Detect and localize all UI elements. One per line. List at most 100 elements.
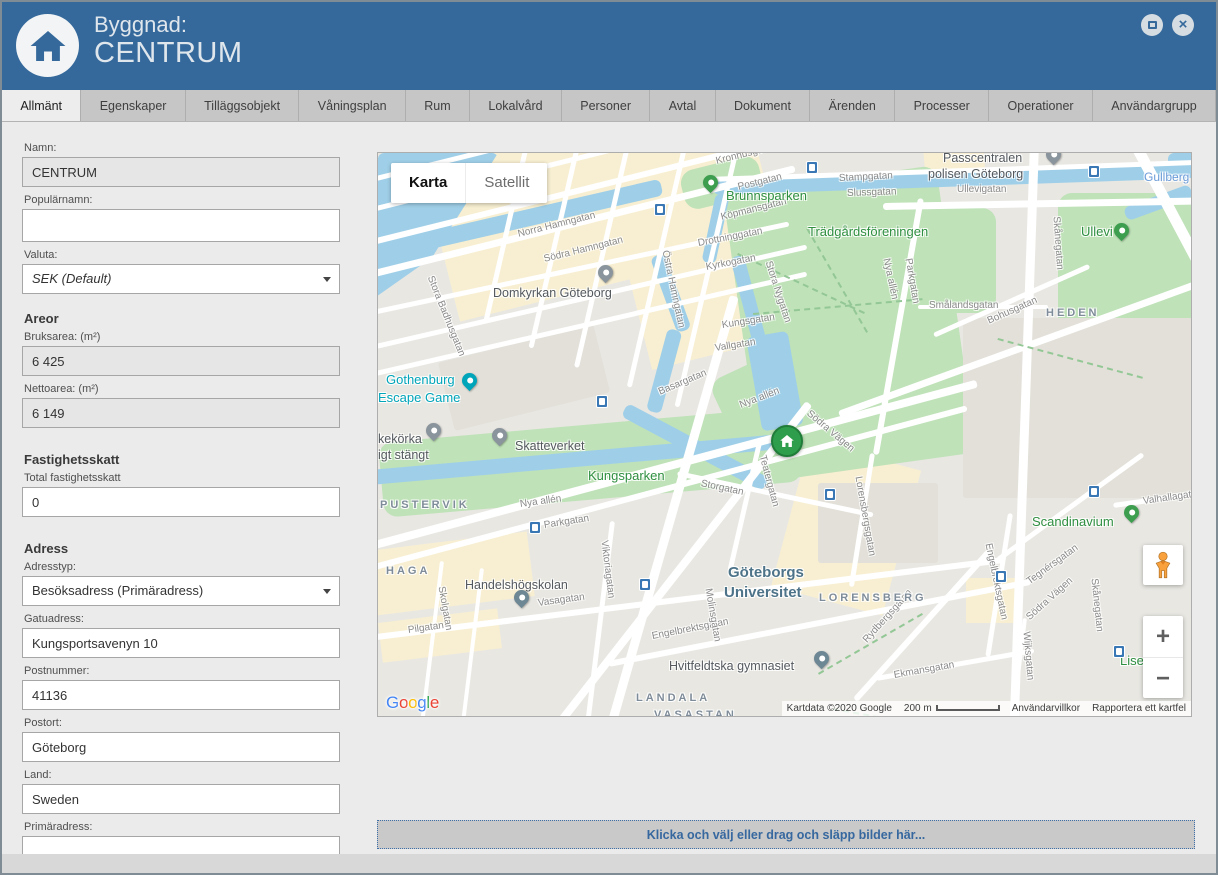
google-logo[interactable]: Google [386,693,439,713]
map-shape [963,318,1192,498]
postnummer-input[interactable] [22,680,340,710]
map-label: Trädgårdsföreningen [808,224,928,239]
map-label: HAGA [386,565,430,577]
tab-lokalv-rd[interactable]: Lokalvård [470,90,562,121]
zoom-out-button[interactable]: − [1143,657,1183,698]
google-logo-letter: o [399,693,408,712]
tab-processer[interactable]: Processer [895,90,989,121]
tab-v-ningsplan[interactable]: Våningsplan [299,90,406,121]
map-label: Ullevigatan [957,184,1006,195]
popularnamn-input[interactable] [22,209,340,242]
tab-allm-nt[interactable]: Allmänt [2,90,81,121]
map-label: igt stängt [378,448,429,462]
transit-stop-icon[interactable] [806,161,818,174]
report-error-link[interactable]: Rapportera ett kartfel [1092,703,1186,714]
map-label: Hvitfeldtska gymnasiet [669,659,794,673]
tab-egenskaper[interactable]: Egenskaper [81,90,185,121]
chevron-down-icon [323,277,331,282]
dropzone-text: Klicka och välj eller drag och släpp bil… [647,828,926,842]
map-label: Smålandsgatan [929,300,999,311]
transit-stop-icon[interactable] [824,488,836,501]
adresstyp-select[interactable]: Besöksadress (Primäradress) [22,576,340,606]
transit-stop-icon[interactable] [995,570,1007,583]
nettoarea-label: Nettoarea: (m²) [24,383,338,395]
pegman-icon [1153,551,1173,579]
bruksarea-input[interactable] [22,346,340,376]
map-attribution: Kartdata ©2020 Google 200 m Användarvill… [782,701,1191,716]
map-shape [818,483,938,563]
map-label: Universitet [724,584,802,601]
map-label: Slussgatan [847,186,897,199]
tab--renden[interactable]: Ärenden [810,90,895,121]
map-label: Skatteverket [515,439,584,453]
popularnamn-label: Populärnamn: [24,194,338,206]
transit-stop-icon[interactable] [529,521,541,534]
adress-heading: Adress [24,541,338,556]
map-label: polisen Göteborg [928,167,1023,181]
pegman-button[interactable] [1143,545,1183,585]
map-label: Skånegatan [1089,578,1106,632]
map-canvas[interactable]: KronhusgatanPostgatanKöpmansgatanNorra H… [377,152,1192,717]
tab-personer[interactable]: Personer [562,90,650,121]
namn-input[interactable] [22,157,340,187]
primaradress-label: Primäradress: [24,821,338,833]
maximize-icon [1148,21,1157,29]
transit-stop-icon[interactable] [1088,165,1100,178]
passcentralen-pin[interactable] [1043,152,1064,165]
land-input[interactable] [22,784,340,814]
total-fastighetsskatt-label: Total fastighetsskatt [24,472,338,484]
object-name-label: CENTRUM [94,37,243,70]
tab-anv-ndargrupp[interactable]: Användargrupp [1093,90,1216,121]
map-label: Ekmansgatan [893,659,955,680]
tab-rum[interactable]: Rum [406,90,470,121]
map-label: PUSTERVIK [380,499,470,511]
tab-bar: AllmäntEgenskaperTilläggsobjektVåningspl… [2,90,1216,122]
map-label: Gothenburg [386,372,455,387]
chevron-down-icon [323,589,331,594]
map-label: Ullevi [1081,224,1113,239]
postort-input[interactable] [22,732,340,762]
transit-stop-icon[interactable] [639,578,651,591]
map-label: kekörka [378,432,422,446]
app-window: Byggnad: CENTRUM × AllmäntEgenskaperTill… [0,0,1218,875]
scale-bar [936,705,1000,711]
transit-stop-icon[interactable] [596,395,608,408]
map-label: Gullberg [1144,170,1189,184]
fastighetsskatt-heading: Fastighetsskatt [24,452,338,467]
gatuadress-input[interactable] [22,628,340,658]
transit-stop-icon[interactable] [1088,485,1100,498]
map-label: Escape Game [378,390,460,405]
valuta-value: SEK (Default) [32,271,111,286]
map-label: Kungsparken [588,468,665,483]
map-type-satellit-button[interactable]: Satellit [465,163,547,203]
map-label: Vasagatan [537,592,585,609]
window-bottom-strip [2,854,1216,875]
total-fastighetsskatt-input[interactable] [22,487,340,517]
image-dropzone[interactable]: Klicka och välj eller drag och släpp bil… [377,820,1195,849]
building-location-marker[interactable] [771,425,803,457]
map-label: Göteborgs [728,564,804,581]
close-icon: × [1179,17,1188,32]
map-label: Scandinavium [1032,514,1114,529]
tab-till-ggsobjekt[interactable]: Tilläggsobjekt [186,90,300,121]
transit-stop-icon[interactable] [654,203,666,216]
map-type-karta-button[interactable]: Karta [391,163,465,203]
land-label: Land: [24,769,338,781]
map-scale: 200 m [904,703,1000,714]
map-label: Brunnsparken [726,188,807,203]
transit-stop-icon[interactable] [1113,645,1125,658]
tab-avtal[interactable]: Avtal [650,90,715,121]
tab-operationer[interactable]: Operationer [989,90,1093,121]
zoom-in-button[interactable]: + [1143,616,1183,657]
gatuadress-label: Gatuadress: [24,613,338,625]
maximize-button[interactable] [1141,14,1163,36]
terms-link[interactable]: Användarvillkor [1012,703,1080,714]
valuta-select[interactable]: SEK (Default) [22,264,340,294]
tab-dokument[interactable]: Dokument [716,90,811,121]
close-button[interactable]: × [1172,14,1194,36]
bruksarea-label: Bruksarea: (m²) [24,331,338,343]
map-label: Wijksgatan [1021,631,1036,681]
nettoarea-input[interactable] [22,398,340,428]
map-zoom-control: + − [1143,616,1183,698]
map-label: Passcentralen [943,152,1022,165]
